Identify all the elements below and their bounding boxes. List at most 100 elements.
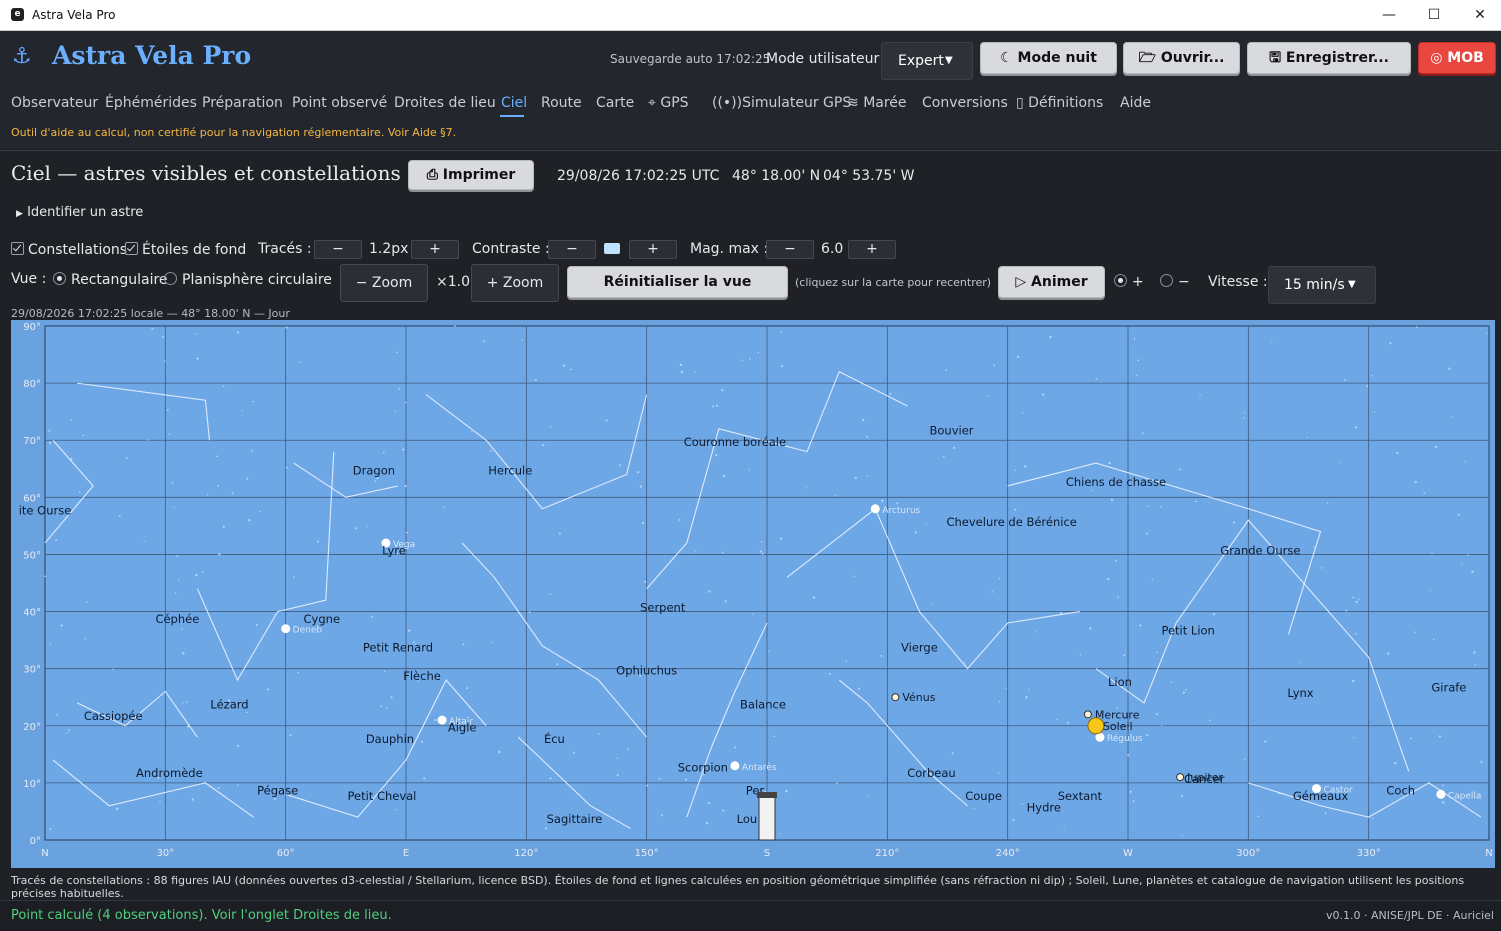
background-star bbox=[942, 455, 945, 458]
user-mode-label: Mode utilisateur : bbox=[766, 51, 889, 67]
background-star bbox=[1151, 578, 1154, 581]
background-star bbox=[853, 575, 855, 578]
planet-marker bbox=[1083, 710, 1092, 719]
background-star bbox=[1129, 790, 1132, 793]
tab-point-observe[interactable]: Point observé bbox=[292, 95, 387, 111]
tab-simulateur-gps[interactable]: ((•))Simulateur GPS bbox=[712, 95, 851, 111]
mag-decrease-button[interactable]: − bbox=[766, 240, 814, 259]
tab-gps[interactable]: ⌖ GPS bbox=[648, 95, 689, 111]
maximize-button[interactable]: ☐ bbox=[1414, 4, 1454, 26]
mag-increase-button[interactable]: + bbox=[848, 240, 896, 259]
tab-aide[interactable]: Aide bbox=[1120, 95, 1151, 111]
tab-droites-de-lieu[interactable]: Droites de lieu bbox=[394, 95, 496, 111]
animate-forward-radio[interactable]: + bbox=[1114, 273, 1144, 290]
sky-chart[interactable]: N 30° 60° E 120° 150° S 210° 240° W 300° 330° N 0° 10°… bbox=[11, 320, 1495, 868]
tab-preparation[interactable]: Préparation bbox=[202, 95, 283, 111]
zoom-in-button[interactable]: + Zoom bbox=[471, 264, 559, 302]
contrast-increase-button[interactable]: + bbox=[629, 240, 677, 259]
background-star bbox=[1358, 598, 1360, 600]
mob-label: MOB bbox=[1447, 50, 1484, 66]
radio-empty-icon bbox=[164, 272, 177, 285]
speed-select[interactable]: 15 min/s ▼ bbox=[1268, 266, 1376, 304]
background-star bbox=[866, 435, 869, 438]
close-button[interactable]: ✕ bbox=[1460, 4, 1500, 26]
background-star bbox=[812, 596, 816, 599]
background-star bbox=[806, 487, 808, 489]
background-star bbox=[759, 550, 763, 553]
background-star bbox=[780, 537, 783, 540]
identify-star-toggle[interactable]: ▶ Identifier un astre bbox=[16, 205, 143, 220]
sky-chart-svg[interactable]: N 30° 60° E 120° 150° S 210° 240° W 300° 330° N0°10°… bbox=[11, 320, 1495, 868]
tab-route[interactable]: Route bbox=[541, 95, 582, 111]
tab-maree[interactable]: ≋ Marée bbox=[847, 95, 907, 111]
tab-ephemerides[interactable]: Éphémérides bbox=[105, 95, 197, 111]
tab-gps-label: GPS bbox=[660, 95, 689, 111]
save-icon: 🖫 bbox=[1269, 50, 1281, 66]
background-star bbox=[299, 361, 302, 363]
reset-view-button[interactable]: Réinitialiser la vue bbox=[567, 266, 788, 298]
y-tick-label: 90° bbox=[23, 322, 41, 333]
background-star bbox=[836, 782, 838, 785]
data-source-note: Tracés de constellations : 88 figures IA… bbox=[11, 874, 1465, 900]
background-star bbox=[1313, 546, 1315, 548]
background-star bbox=[1423, 492, 1426, 494]
background-star bbox=[78, 491, 81, 494]
background-star bbox=[289, 734, 292, 737]
background-star bbox=[1431, 552, 1433, 555]
constellation-label: ite Ourse bbox=[19, 503, 72, 517]
background-star bbox=[118, 514, 121, 517]
background-star bbox=[1271, 341, 1273, 343]
background-star bbox=[1005, 687, 1008, 689]
tab-definitions[interactable]: ▯ Définitions bbox=[1016, 95, 1103, 111]
background-star bbox=[1432, 638, 1435, 640]
constellation-label: Céphée bbox=[155, 612, 199, 626]
tab-conversions[interactable]: Conversions bbox=[922, 95, 1008, 111]
background-star bbox=[222, 525, 225, 528]
background-star bbox=[55, 539, 58, 542]
zoom-out-button[interactable]: − Zoom bbox=[340, 264, 428, 302]
animate-button[interactable]: ▷ Animer bbox=[998, 266, 1105, 298]
open-label: Ouvrir... bbox=[1160, 50, 1225, 66]
save-button[interactable]: 🖫 Enregistrer... bbox=[1247, 42, 1411, 74]
radio-selected-icon bbox=[1114, 274, 1127, 287]
minimize-button[interactable]: — bbox=[1369, 4, 1409, 26]
constellation-label: Grande Ourse bbox=[1220, 543, 1300, 557]
traces-increase-button[interactable]: + bbox=[411, 240, 459, 259]
mob-button[interactable]: ◎ MOB bbox=[1418, 42, 1496, 74]
view-rectangular-radio[interactable]: Rectangulaire bbox=[53, 271, 168, 288]
background-star bbox=[997, 772, 1000, 774]
background-star bbox=[845, 660, 848, 663]
background-stars-checkbox[interactable]: Étoiles de fond bbox=[125, 241, 246, 258]
contrast-decrease-button[interactable]: − bbox=[548, 240, 596, 259]
constellation-label: Girafe bbox=[1431, 681, 1466, 695]
animate-backward-radio[interactable]: − bbox=[1160, 273, 1190, 290]
background-star bbox=[1264, 740, 1267, 743]
open-button[interactable]: 🗁 Ouvrir... bbox=[1123, 42, 1240, 74]
tab-carte[interactable]: Carte bbox=[596, 95, 634, 111]
background-star bbox=[181, 701, 184, 704]
background-star bbox=[724, 600, 727, 603]
view-circular-radio[interactable]: Planisphère circulaire bbox=[164, 271, 332, 288]
night-mode-button[interactable]: ☾ Mode nuit bbox=[980, 42, 1117, 74]
tab-ciel[interactable]: Ciel bbox=[501, 95, 527, 111]
background-star bbox=[1049, 335, 1052, 339]
background-star bbox=[70, 419, 73, 421]
background-star bbox=[605, 419, 608, 422]
tab-observateur[interactable]: Observateur bbox=[11, 95, 98, 111]
header-divider bbox=[0, 150, 1501, 151]
background-star bbox=[998, 577, 1001, 580]
datetime-utc: 29/08/26 17:02:25 UTC bbox=[557, 168, 720, 184]
background-star bbox=[626, 748, 629, 751]
brand-title: Astra Vela Pro bbox=[52, 41, 252, 70]
background-star bbox=[705, 821, 709, 825]
background-star bbox=[1394, 761, 1397, 765]
background-star bbox=[780, 331, 783, 333]
print-button[interactable]: ⎙ Imprimer bbox=[408, 160, 534, 190]
background-star bbox=[1137, 359, 1140, 362]
background-star bbox=[562, 364, 566, 367]
background-star bbox=[1170, 681, 1173, 683]
traces-decrease-button[interactable]: − bbox=[314, 240, 362, 259]
user-mode-select[interactable]: Expert ▼ bbox=[881, 42, 973, 80]
constellations-checkbox[interactable]: Constellations bbox=[11, 241, 127, 258]
background-star bbox=[528, 611, 531, 613]
